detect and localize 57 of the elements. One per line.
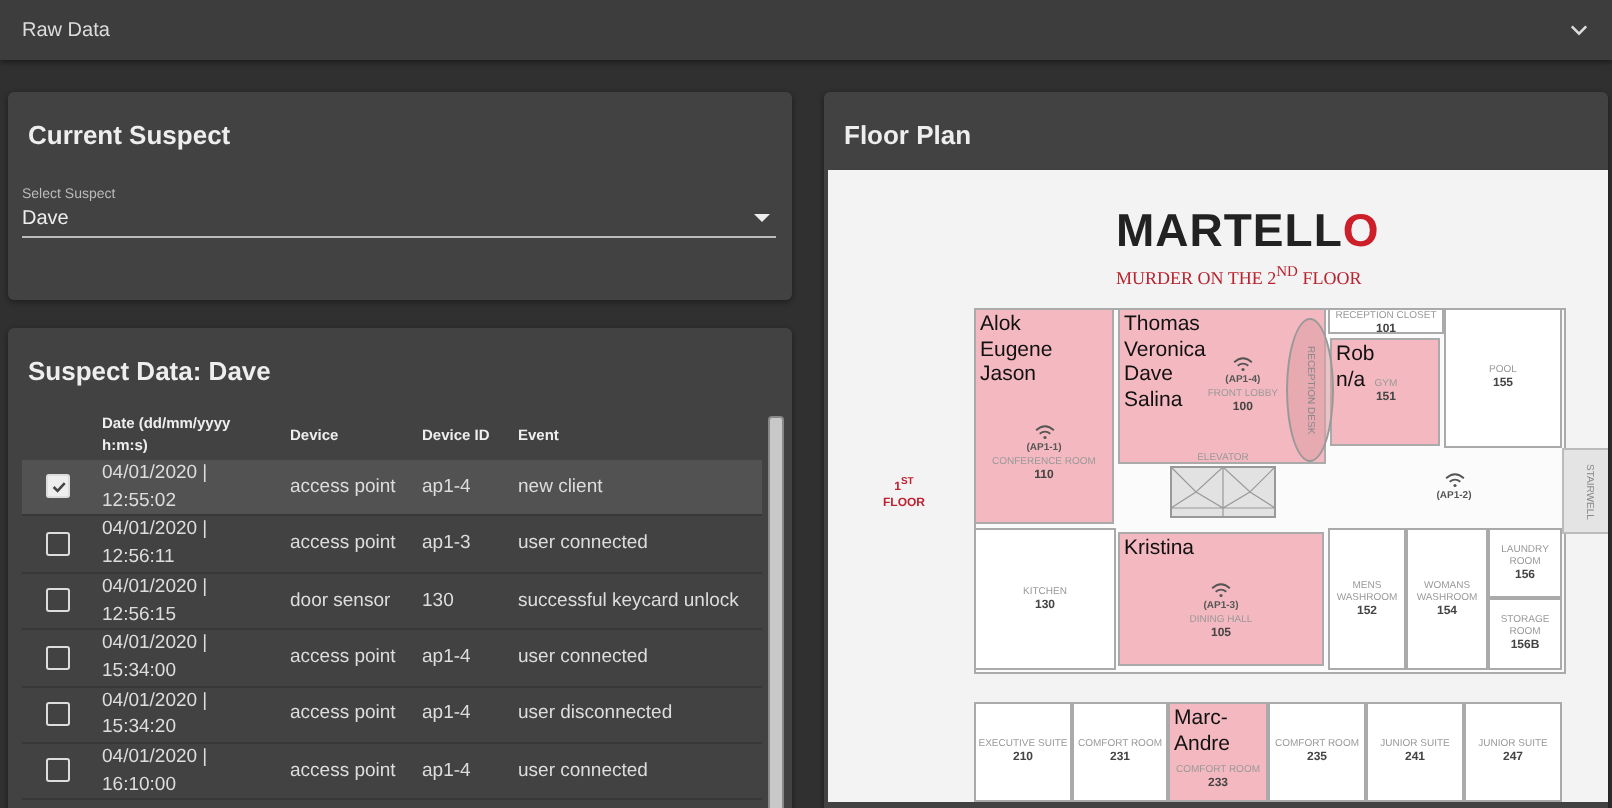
table-cell: 04/01/2020 | 12:55:02: [94, 460, 282, 516]
table-cell: 130: [414, 572, 510, 630]
wifi-icon: [1443, 471, 1465, 487]
table-cell: ap1-4: [414, 460, 510, 516]
table-cell: access point: [282, 743, 414, 800]
table-cell: 04/01/2020 | 16:10:00: [94, 743, 282, 800]
scrollbar[interactable]: [768, 416, 784, 808]
table-cell: ap1-3: [414, 515, 510, 573]
row-checkbox[interactable]: [46, 474, 70, 499]
wifi-icon: [1033, 424, 1055, 441]
table-cell: 04/01/2020 | 15:34:00: [94, 629, 282, 687]
elevator-drawing: [1170, 466, 1276, 518]
wifi-icon: [1210, 582, 1232, 599]
occupant-name: Veronica: [1124, 337, 1206, 362]
check-icon: [49, 477, 67, 496]
card-title: Current Suspect: [26, 118, 233, 152]
table-cell: user connected: [510, 515, 762, 573]
table-cell: user connected: [510, 743, 762, 800]
header-bar[interactable]: Raw Data: [0, 0, 1612, 60]
table-cell: ap1-4: [414, 686, 510, 744]
table-cell: access point: [282, 629, 414, 687]
occupant-name: n/a: [1336, 367, 1368, 392]
table-cell: access point: [282, 515, 414, 573]
table-cell: access point: [282, 686, 414, 744]
table-cell: 04/01/2020 | 12:56:15: [94, 572, 282, 630]
table-cell: 04/01/2020 | 12:56:11: [94, 515, 282, 573]
card-title: Floor Plan: [842, 118, 974, 152]
table-cell: user connected: [510, 629, 762, 687]
wifi-icon: [1231, 356, 1254, 372]
card-title: Suspect Data: Dave: [26, 354, 273, 388]
chevron-icon: [1570, 24, 1588, 36]
table-cell: ap1-4: [414, 743, 510, 800]
table-cell: access point: [282, 460, 414, 516]
table-cell: new client: [510, 460, 762, 516]
header-title: Raw Data: [22, 19, 110, 41]
occupant-name: Dave: [1124, 362, 1176, 387]
occupant-name: Marc-Andre: [1174, 706, 1233, 756]
table-cell: door sensor: [282, 572, 414, 630]
row-checkbox[interactable]: [46, 531, 70, 556]
table-cell: ap1-4: [414, 629, 510, 687]
occupant-name: Alok: [980, 312, 1023, 337]
occupant-name: Eugene: [980, 337, 1055, 362]
table-cell: user disconnected: [510, 686, 762, 744]
occupant-name: Thomas: [1124, 312, 1202, 337]
logo: MARTELLO: [1116, 204, 1380, 256]
row-checkbox[interactable]: [46, 701, 70, 726]
row-checkbox[interactable]: [46, 758, 70, 783]
table-cell: successful keycard unlock: [510, 572, 762, 630]
occupant-name: Salina: [1124, 387, 1185, 412]
occupant-name: Jason: [980, 362, 1039, 387]
table-cell: 04/01/2020 | 15:34:20: [94, 686, 282, 744]
occupant-name: Kristina: [1124, 536, 1197, 561]
occupant-name: Rob: [1336, 342, 1375, 367]
row-checkbox[interactable]: [46, 645, 70, 670]
row-checkbox[interactable]: [46, 588, 70, 613]
dropdown-arrow-icon: [754, 214, 770, 222]
plan-subtitle: MURDER ON THE 2$^{ND}$ FLOOR: [1116, 262, 1362, 288]
